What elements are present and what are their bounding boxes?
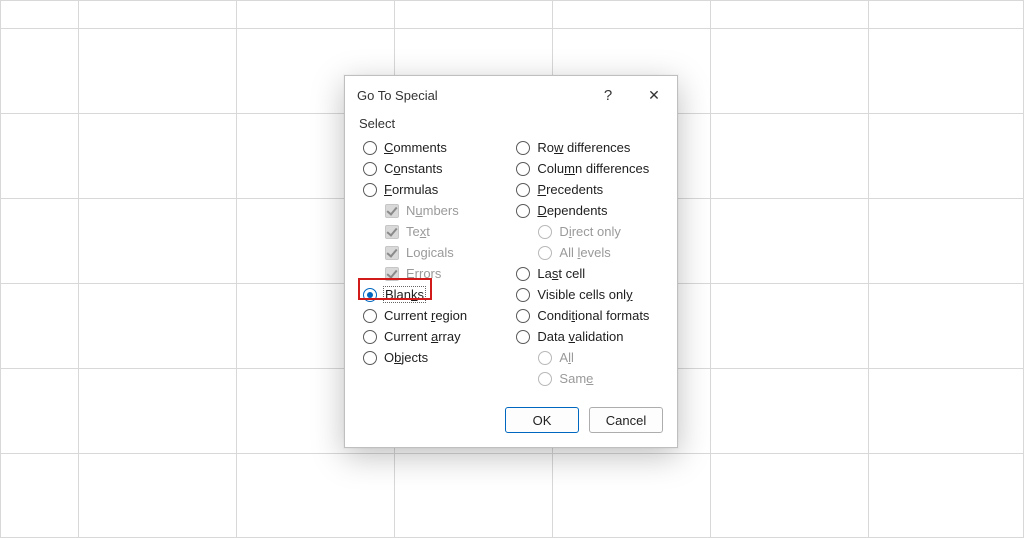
check-errors: Errors [385,263,502,284]
radio-label: Direct only [559,224,620,239]
checkbox-icon [385,225,399,239]
radio-dependents[interactable]: Dependents [516,200,663,221]
radio-objects[interactable]: Objects [363,347,502,368]
radio-row-differences[interactable]: Row differences [516,137,663,158]
ok-button[interactable]: OK [505,407,579,433]
radio-current-region[interactable]: Current region [363,305,502,326]
radio-icon [516,204,530,218]
radio-direct-only: Direct only [538,221,663,242]
radio-icon [538,372,552,386]
radio-comments[interactable]: Comments [363,137,502,158]
close-button[interactable]: ✕ [631,76,677,114]
radio-label: All [559,350,573,365]
check-label: Numbers [406,203,459,218]
check-text: Text [385,221,502,242]
radio-constants[interactable]: Constants [363,158,502,179]
radio-label: Current region [384,308,467,323]
check-label: Errors [406,266,441,281]
radio-label: Conditional formats [537,308,649,323]
radio-icon [538,351,552,365]
radio-conditional-formats[interactable]: Conditional formats [516,305,663,326]
radio-label: Constants [384,161,443,176]
checkbox-icon [385,204,399,218]
radio-label: Column differences [537,161,649,176]
radio-label: Blanks [384,287,425,302]
radio-current-array[interactable]: Current array [363,326,502,347]
radio-label: Objects [384,350,428,365]
close-icon: ✕ [648,87,660,104]
dialog-titlebar[interactable]: Go To Special ? ✕ [345,76,677,114]
radio-label: Data validation [537,329,623,344]
radio-icon [516,267,530,281]
radio-label: Visible cells only [537,287,632,302]
radio-all: All [538,347,663,368]
radio-icon [363,162,377,176]
radio-icon [516,141,530,155]
radio-icon [516,183,530,197]
goto-special-dialog: Go To Special ? ✕ Select Comments Consta… [344,75,678,448]
radio-icon [363,351,377,365]
radio-icon [363,288,377,302]
radio-icon [516,330,530,344]
radio-label: Current array [384,329,461,344]
radio-formulas[interactable]: Formulas [363,179,502,200]
radio-label: All levels [559,245,610,260]
radio-icon [363,330,377,344]
checkbox-icon [385,246,399,260]
radio-icon [516,162,530,176]
dialog-title: Go To Special [357,88,438,103]
radio-icon [363,183,377,197]
radio-icon [538,246,552,260]
radio-same: Same [538,368,663,389]
section-label: Select [359,116,663,131]
radio-last-cell[interactable]: Last cell [516,263,663,284]
checkbox-icon [385,267,399,281]
radio-precedents[interactable]: Precedents [516,179,663,200]
help-icon: ? [604,87,612,104]
check-label: Logicals [406,245,454,260]
radio-label: Comments [384,140,447,155]
radio-label: Precedents [537,182,603,197]
radio-icon [516,288,530,302]
radio-icon [538,225,552,239]
radio-label: Row differences [537,140,630,155]
radio-all-levels: All levels [538,242,663,263]
check-numbers: Numbers [385,200,502,221]
radio-icon [363,309,377,323]
radio-visible-cells-only[interactable]: Visible cells only [516,284,663,305]
radio-label: Last cell [537,266,585,281]
check-logicals: Logicals [385,242,502,263]
radio-blanks[interactable]: Blanks [363,284,502,305]
radio-label: Formulas [384,182,438,197]
radio-label: Same [559,371,593,386]
check-label: Text [406,224,430,239]
radio-column-differences[interactable]: Column differences [516,158,663,179]
radio-data-validation[interactable]: Data validation [516,326,663,347]
radio-icon [363,141,377,155]
radio-icon [516,309,530,323]
cancel-button[interactable]: Cancel [589,407,663,433]
radio-label: Dependents [537,203,607,218]
help-button[interactable]: ? [585,76,631,114]
